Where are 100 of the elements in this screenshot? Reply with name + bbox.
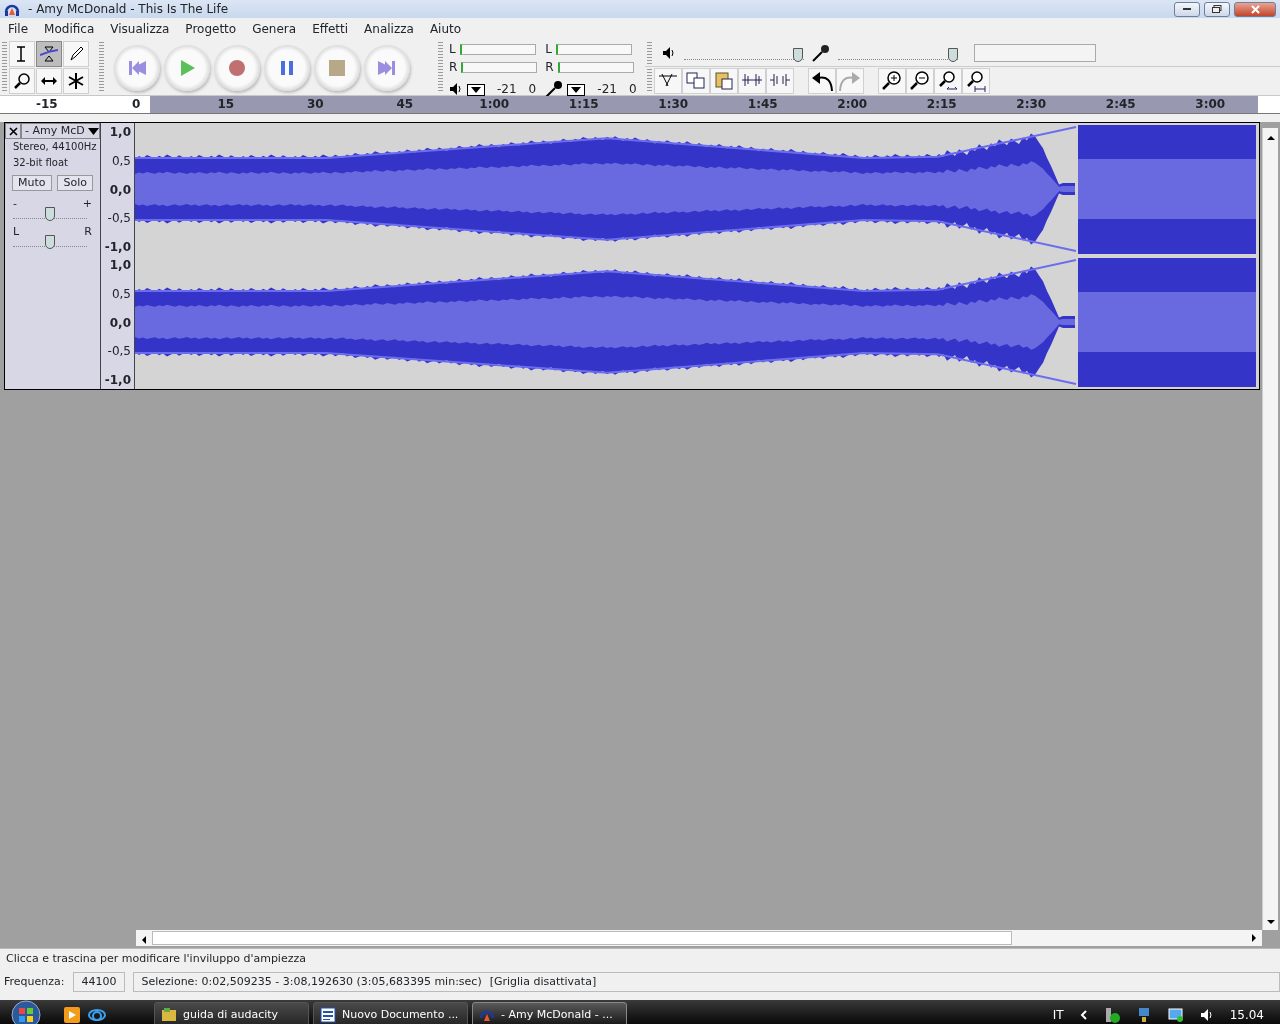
skip-to-end-button[interactable] bbox=[364, 44, 410, 91]
scale-label: 1,0 bbox=[108, 257, 131, 274]
chevron-left-icon[interactable] bbox=[1079, 1010, 1088, 1020]
silence-button[interactable] bbox=[738, 67, 766, 94]
ruler-tick: 2:45 bbox=[1104, 96, 1137, 113]
track-toggle-button[interactable]: Muto bbox=[12, 175, 52, 191]
ruler-tick: 2:30 bbox=[1015, 96, 1048, 113]
track-info: 32-bit float bbox=[12, 156, 70, 170]
rate-label: Frequenza: bbox=[4, 973, 65, 990]
pencil-icon bbox=[67, 45, 85, 63]
select-tool-button[interactable] bbox=[9, 41, 35, 67]
browser-icon[interactable] bbox=[88, 1007, 106, 1023]
menu-item[interactable]: Progetto bbox=[177, 18, 245, 40]
ruler-tick: 1:00 bbox=[478, 96, 511, 113]
zoom-in-button[interactable] bbox=[878, 67, 906, 94]
selection-text: Selezione: 0:02,509235 - 3:08,192630 (3:05,683395 min:sec) bbox=[141, 974, 482, 990]
menu-item[interactable]: Modifica bbox=[36, 18, 103, 40]
slider-min-label: - bbox=[13, 199, 17, 209]
language-indicator[interactable]: IT bbox=[1052, 1006, 1064, 1024]
meter-tick: -21 bbox=[497, 81, 517, 98]
slider-max-label: + bbox=[82, 199, 92, 209]
undo-button[interactable] bbox=[808, 67, 836, 94]
pause-button[interactable] bbox=[264, 44, 310, 91]
ruler-tick: 2:00 bbox=[836, 96, 869, 113]
channel-label: L bbox=[545, 41, 553, 58]
waveform-drawing[interactable] bbox=[135, 123, 1256, 256]
track-toggle-button[interactable]: Solo bbox=[57, 175, 93, 191]
taskbar-button[interactable]: guida di audacity bbox=[154, 1002, 309, 1024]
meter-tick: 0 bbox=[528, 81, 537, 98]
speaker-icon[interactable] bbox=[1199, 1007, 1214, 1023]
scale-label: 0,0 bbox=[108, 181, 131, 199]
microphone-icon bbox=[812, 43, 830, 62]
magnifier-icon bbox=[13, 72, 31, 90]
clock[interactable]: 15.04 bbox=[1229, 1006, 1264, 1024]
scale-label: 1,0 bbox=[108, 124, 131, 141]
rate-field[interactable]: 44100 bbox=[72, 972, 125, 992]
grid-status: [Griglia disattivata] bbox=[489, 974, 597, 990]
fit-project-button[interactable] bbox=[962, 67, 990, 94]
channel-label: R bbox=[449, 59, 458, 76]
taskbar-button[interactable]: Nuovo Documento ... bbox=[313, 1002, 468, 1024]
app-icon bbox=[4, 2, 20, 16]
zoom-tool-button[interactable] bbox=[9, 68, 35, 94]
track-info: Stereo, 44100Hz bbox=[12, 140, 98, 154]
close-icon bbox=[8, 126, 18, 136]
multi-tool-button[interactable] bbox=[63, 68, 89, 94]
menu-item[interactable]: File bbox=[0, 18, 37, 40]
scrollbar-thumb[interactable] bbox=[152, 931, 1012, 945]
asterisk-icon bbox=[67, 72, 85, 90]
skip-to-start-button[interactable] bbox=[114, 44, 160, 91]
scale-label: 0,0 bbox=[108, 314, 131, 332]
paste-button[interactable] bbox=[710, 67, 738, 94]
media-player-icon[interactable] bbox=[64, 1007, 80, 1023]
dropdown-icon bbox=[88, 127, 99, 135]
minimize-button[interactable] bbox=[1174, 1, 1200, 17]
scale-label: 0,5 bbox=[110, 285, 131, 303]
zoom-out-icon bbox=[909, 69, 931, 92]
envelope-icon bbox=[40, 45, 58, 63]
pan-slider[interactable] bbox=[13, 237, 87, 247]
menu-item[interactable]: Effetti bbox=[304, 18, 357, 40]
zoom-fit-icon bbox=[937, 69, 959, 92]
monitor-icon[interactable] bbox=[1167, 1007, 1184, 1023]
close-button[interactable] bbox=[1234, 1, 1276, 17]
menu-item[interactable]: Visualizza bbox=[102, 18, 178, 40]
restore-button[interactable] bbox=[1204, 1, 1230, 17]
ruler-tick: 3:00 bbox=[1194, 96, 1227, 113]
menu-item[interactable]: Genera bbox=[244, 18, 305, 40]
fit-selection-button[interactable] bbox=[934, 67, 962, 94]
zoom-fit-icon bbox=[965, 69, 987, 92]
trim-audio-button[interactable] bbox=[766, 67, 794, 94]
window-title: - Amy McDonald - This Is The Life bbox=[28, 1, 229, 18]
draw-tool-button[interactable] bbox=[63, 41, 89, 67]
output-volume-slider[interactable] bbox=[684, 45, 804, 60]
ruler-tick: 1:30 bbox=[657, 96, 690, 113]
restore-icon bbox=[1212, 5, 1222, 13]
ruler-tick: 15 bbox=[216, 96, 236, 113]
scale-label: -1,0 bbox=[103, 239, 131, 256]
input-volume-slider[interactable] bbox=[838, 45, 958, 60]
folder-icon bbox=[161, 1007, 177, 1023]
gain-slider[interactable] bbox=[13, 209, 87, 219]
zoom-out-button[interactable] bbox=[906, 67, 934, 94]
speaker-icon bbox=[662, 45, 676, 60]
trim-button[interactable] bbox=[654, 67, 682, 94]
close-icon bbox=[1250, 4, 1260, 14]
time-shift-tool-button[interactable] bbox=[36, 68, 62, 94]
speaker-icon bbox=[449, 82, 463, 96]
zoom-in-icon bbox=[881, 69, 903, 92]
undo-icon bbox=[811, 69, 833, 92]
record-button[interactable] bbox=[214, 44, 260, 91]
meter-tick: -21 bbox=[597, 81, 617, 98]
waveform-drawing[interactable] bbox=[135, 256, 1256, 389]
track-name-menu[interactable]: - Amy McD bbox=[21, 123, 100, 139]
menu-item[interactable]: Analizza bbox=[356, 18, 422, 40]
ruler-tick: 45 bbox=[395, 96, 415, 113]
envelope-tool-button[interactable] bbox=[36, 41, 62, 67]
taskbar-button[interactable]: - Amy McDonald - ... bbox=[472, 1002, 627, 1024]
minimize-icon bbox=[1183, 7, 1191, 11]
scale-label: -0,5 bbox=[106, 343, 131, 361]
scale-label: -1,0 bbox=[103, 372, 131, 389]
ruler-tick: 1:15 bbox=[567, 96, 600, 113]
menu-item[interactable]: Aiuto bbox=[421, 18, 470, 40]
